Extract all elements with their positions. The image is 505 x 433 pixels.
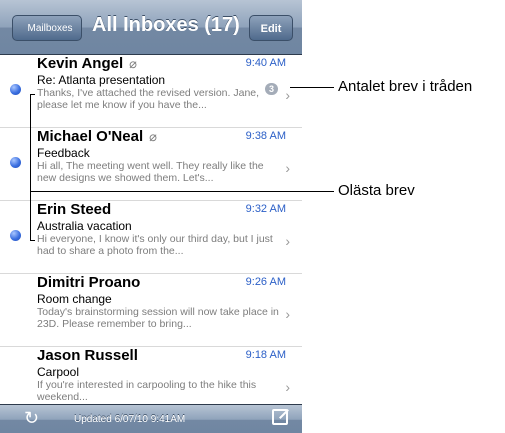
message-subject: Feedback: [37, 146, 90, 160]
message-preview: Hi everyone, I know it's only our third …: [37, 233, 273, 257]
message-time: 9:32 AM: [245, 203, 286, 215]
message-row[interactable]: Jason Russell 9:18 AM Carpool If you're …: [0, 347, 302, 405]
bottom-toolbar: ↻ Updated 6/07/10 9:41AM: [0, 404, 302, 433]
unread-dot-icon: [10, 230, 21, 241]
edit-button[interactable]: Edit: [249, 15, 293, 41]
message-subject: Re: Atlanta presentation: [37, 73, 166, 87]
mail-phone-screen: Mailboxes All Inboxes (17) Edit Kevin An…: [0, 0, 302, 433]
thread-count-badge: 3: [264, 83, 278, 95]
message-row[interactable]: Erin Steed 9:32 AM Australia vacation Hi…: [0, 201, 302, 274]
message-preview: Thanks, I've attached the revised versio…: [37, 87, 260, 111]
unread-bracket-bottom: [30, 240, 35, 241]
chevron-right-icon: ›: [285, 233, 290, 249]
unread-callout: Olästa brev: [338, 182, 415, 199]
message-subject: Carpool: [37, 365, 80, 379]
message-row[interactable]: Kevin Angel ⌀ 9:40 AM Re: Atlanta present…: [0, 55, 302, 128]
thread-count-callout: Antalet brev i tråden: [338, 78, 473, 95]
message-subject: Room change: [37, 292, 112, 306]
message-sender: Dimitri Proano: [37, 274, 141, 291]
message-subject: Australia vacation: [37, 219, 132, 233]
message-preview: If you're interested in carpooling to th…: [37, 379, 257, 403]
chevron-right-icon: ›: [285, 160, 290, 176]
chevron-right-icon: ›: [285, 87, 290, 103]
message-time: 9:40 AM: [245, 57, 286, 69]
message-preview: Hi all, The meeting went well. They real…: [37, 160, 264, 184]
paperclip-icon: ⌀: [129, 56, 137, 71]
message-sender: Michael O'Neal ⌀: [37, 128, 157, 145]
compose-icon[interactable]: [272, 409, 288, 425]
unread-callout-line: [30, 191, 334, 192]
mailboxes-back-label: Mailboxes: [27, 23, 73, 34]
paperclip-icon: ⌀: [149, 129, 157, 144]
refresh-icon[interactable]: ↻: [24, 408, 39, 429]
unread-dot-icon: [10, 84, 21, 95]
updated-status: Updated 6/07/10 9:41AM: [74, 414, 186, 425]
mailboxes-back-button[interactable]: Mailboxes: [12, 15, 82, 41]
page-title: All Inboxes (17): [92, 14, 240, 36]
unread-dot-icon: [10, 157, 21, 168]
chevron-right-icon: ›: [285, 379, 290, 395]
message-preview: Today's brainstorming session will now t…: [37, 306, 279, 330]
navigation-bar: Mailboxes All Inboxes (17) Edit: [0, 0, 302, 55]
message-sender: Kevin Angel ⌀: [37, 55, 137, 72]
message-sender: Erin Steed: [37, 201, 112, 218]
message-time: 9:26 AM: [245, 276, 286, 288]
unread-bracket-line: [30, 94, 31, 240]
message-time: 9:38 AM: [245, 130, 286, 142]
message-sender: Jason Russell: [37, 347, 138, 364]
message-time: 9:18 AM: [245, 349, 286, 361]
chevron-right-icon: ›: [285, 306, 290, 322]
message-row[interactable]: Dimitri Proano 9:26 AM Room change Today…: [0, 274, 302, 347]
thread-count-callout-line: [290, 87, 334, 88]
unread-bracket-top: [30, 94, 35, 95]
